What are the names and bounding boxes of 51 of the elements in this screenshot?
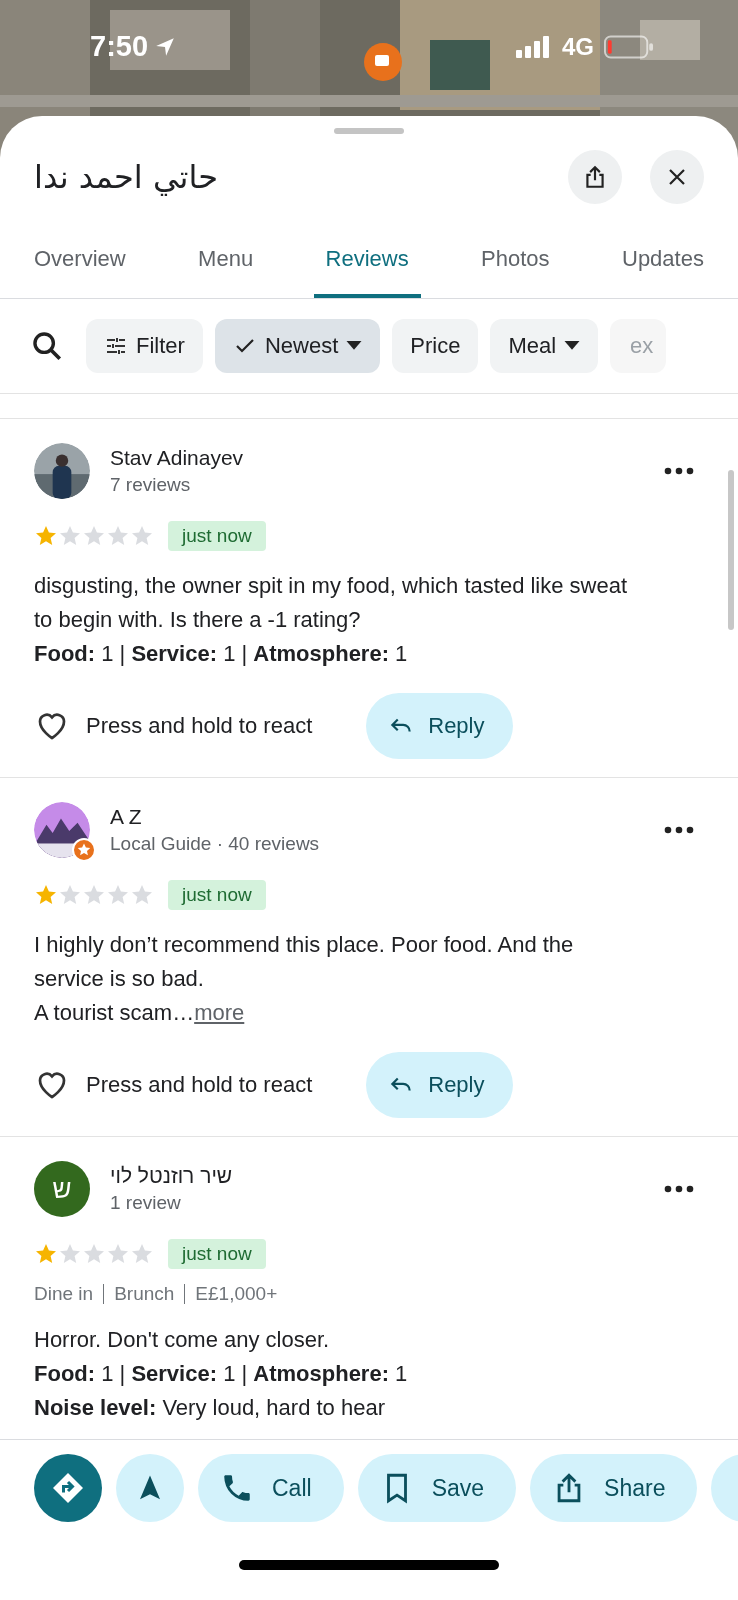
reviewer-name[interactable]: Stav Adinayev xyxy=(110,446,644,470)
reviewer-name[interactable]: שיר רוזנטל לוי xyxy=(110,1164,644,1188)
review-text: Horror. Don't come any closer. xyxy=(34,1326,331,1354)
more-options-icon[interactable] xyxy=(664,826,694,834)
reviewer-name[interactable]: A Z xyxy=(110,805,644,829)
status-time: 7:50 xyxy=(90,30,149,63)
tab[interactable]: Overview xyxy=(22,232,138,298)
reviewer-meta: 7 reviews xyxy=(110,474,192,496)
reply-button[interactable]: Reply xyxy=(366,693,513,759)
reviewer-meta: Local Guide · 40 reviews xyxy=(110,833,321,855)
reply-button[interactable]: Reply xyxy=(366,1052,513,1118)
avatar: ש xyxy=(34,1161,90,1217)
save-button[interactable]: Save xyxy=(357,1454,517,1522)
share-button[interactable]: Share xyxy=(530,1454,698,1522)
react-button[interactable]: Press and hold to react xyxy=(34,1067,313,1103)
caret-icon xyxy=(346,341,363,351)
drag-handle[interactable] xyxy=(334,128,404,134)
tab[interactable]: Updates xyxy=(610,232,716,298)
review-text: I highly don’t recommend this place. Poor food. And the service is so bad. xyxy=(34,931,575,993)
more-link[interactable]: more xyxy=(194,1000,245,1025)
visit-detail: Brunch xyxy=(114,1283,175,1305)
signal-icon xyxy=(516,35,552,58)
filter-chip[interactable]: Filter xyxy=(86,319,203,373)
filter-chip[interactable]: Newest xyxy=(214,319,381,373)
visit-detail: E£1,000+ xyxy=(195,1283,278,1305)
visit-detail: Dine in xyxy=(34,1283,94,1305)
review-text: Food: 1 | Service: 1 | Atmosphere: 1 xyxy=(34,1360,409,1388)
tab[interactable]: Reviews xyxy=(313,232,421,298)
network-type: 4G xyxy=(562,32,594,61)
review-text: Noise level: Very loud, hard to hear xyxy=(34,1394,386,1422)
time-badge: just now xyxy=(168,1239,266,1269)
search-icon[interactable] xyxy=(30,329,64,363)
caret-icon xyxy=(564,341,581,351)
more-options-icon[interactable] xyxy=(664,467,694,475)
time-badge: just now xyxy=(168,880,266,910)
more-options-icon[interactable] xyxy=(664,1185,694,1193)
filter-chip[interactable]: Meal xyxy=(490,319,599,373)
place-title: حاتي احمد ندا xyxy=(34,158,219,196)
review-text: disgusting, the owner spit in my food, which tasted like sweat to begin with. Is there a -1 rating? xyxy=(34,572,629,634)
battery-icon xyxy=(604,34,654,59)
call-button[interactable]: Call xyxy=(198,1454,344,1522)
time-badge: just now xyxy=(168,521,266,551)
reviewer-meta: 1 review xyxy=(110,1192,182,1214)
tab[interactable]: Photos xyxy=(469,232,562,298)
filter-chip[interactable]: Price xyxy=(392,319,479,373)
location-arrow-icon xyxy=(154,35,177,58)
tab[interactable]: Menu xyxy=(186,232,266,298)
review-text: Food: 1 | Service: 1 | Atmosphere: 1 xyxy=(34,640,409,668)
review-text: A tourist scam…more xyxy=(34,999,246,1027)
react-button[interactable]: Press and hold to react xyxy=(34,708,313,744)
local-guide-badge-icon xyxy=(72,838,96,862)
